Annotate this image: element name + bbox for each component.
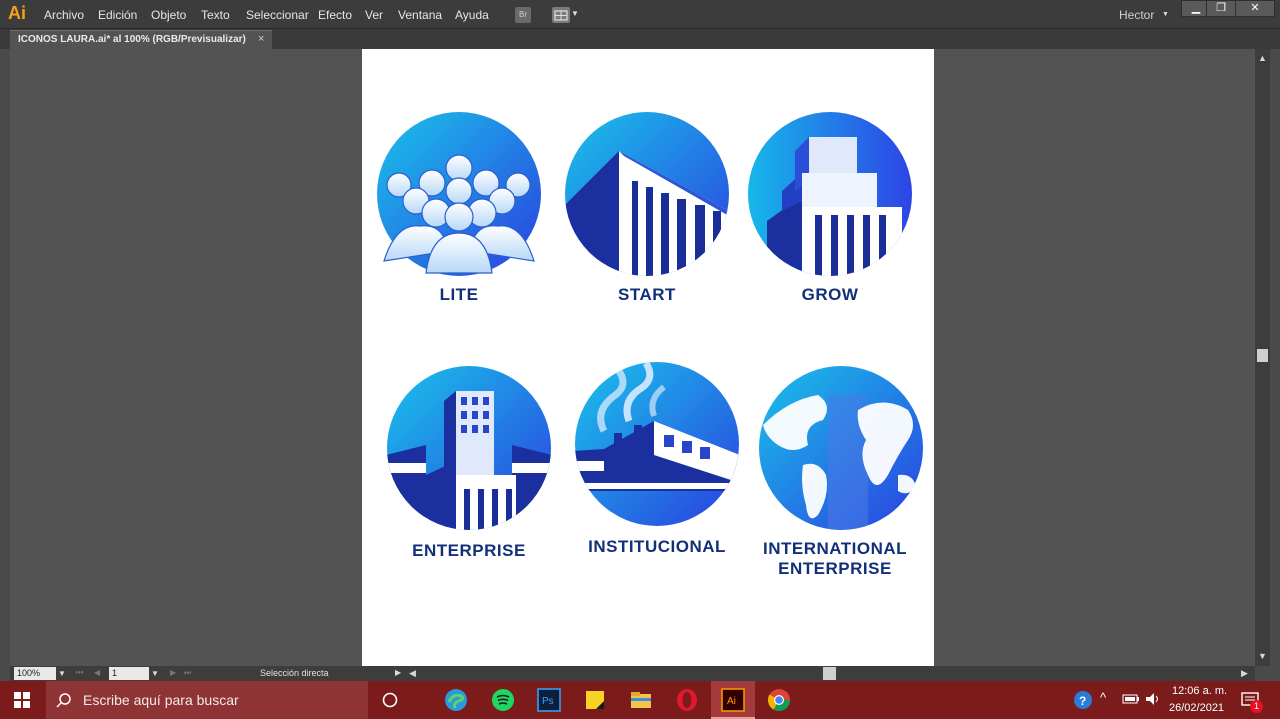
next-page-icon[interactable]: ▶ — [170, 668, 176, 677]
workspace-user[interactable]: Hector — [1119, 8, 1154, 22]
icon-label-enterprise: ENTERPRISE — [412, 541, 526, 560]
taskbar-search-placeholder[interactable]: Escribe aquí para buscar — [83, 692, 239, 708]
scroll-right-icon[interactable]: ▶ — [1241, 668, 1248, 679]
menu-efecto[interactable]: Efecto — [318, 8, 352, 22]
scroll-left-icon[interactable]: ◀ — [409, 668, 416, 679]
menu-archivo[interactable]: Archivo — [44, 8, 84, 22]
chevron-down-icon[interactable]: ▼ — [58, 669, 66, 678]
menu-ventana[interactable]: Ventana — [398, 8, 442, 22]
last-page-icon[interactable]: ⏭ — [184, 668, 191, 678]
document-tab[interactable]: ICONOS LAURA.ai* al 100% (RGB/Previsuali… — [10, 30, 272, 49]
chrome-app-icon[interactable] — [766, 687, 792, 713]
windows-start-icon[interactable] — [14, 692, 30, 708]
chevron-up-icon[interactable]: ^ — [1100, 690, 1106, 705]
opera-app-icon[interactable] — [674, 687, 700, 713]
chevron-down-icon[interactable]: ▼ — [571, 9, 579, 18]
icon-label-institucional: INSTITUCIONAL — [588, 537, 726, 556]
illustrator-logo: Ai — [8, 3, 26, 23]
scroll-down-icon[interactable]: ▼ — [1258, 651, 1267, 661]
horizontal-scroll-thumb[interactable] — [823, 667, 836, 680]
restore-button[interactable]: ❐ — [1206, 0, 1236, 17]
icon-label-grow: GROW — [801, 285, 859, 304]
page-field[interactable]: 1 — [109, 667, 149, 680]
svg-text:?: ? — [1079, 694, 1086, 708]
menu-ver[interactable]: Ver — [365, 8, 383, 22]
close-icon[interactable]: × — [258, 33, 264, 45]
vertical-scrollbar[interactable]: ▲ ▼ — [1255, 49, 1270, 666]
artboard[interactable]: LITE START GROW ENTERPRISE INSTITUCIONAL… — [362, 49, 934, 666]
horizontal-scrollbar[interactable]: ◀ ▶ — [405, 666, 1255, 681]
illustrator-app-icon[interactable]: Ai — [720, 687, 746, 713]
menu-objeto[interactable]: Objeto — [151, 8, 186, 22]
vertical-scroll-thumb[interactable] — [1257, 349, 1268, 362]
menu-seleccionar[interactable]: Seleccionar — [246, 8, 309, 22]
grow-building-icon[interactable] — [747, 111, 913, 277]
restore-icon: ❐ — [1216, 2, 1226, 14]
close-icon: ✕ — [1250, 2, 1260, 14]
search-icon — [56, 693, 71, 708]
menu-texto[interactable]: Texto — [201, 8, 230, 22]
photoshop-app-icon[interactable]: Ps — [536, 687, 562, 713]
zoom-field[interactable]: 100% — [14, 667, 56, 680]
arrange-documents-icon — [554, 10, 568, 21]
icon-label-lite: LITE — [439, 285, 479, 304]
svg-text:Ps: Ps — [542, 696, 554, 707]
help-icon[interactable]: ? — [1073, 690, 1093, 710]
volume-icon[interactable] — [1145, 692, 1163, 706]
taskbar-date[interactable]: 26/02/2021 — [1169, 702, 1224, 714]
icon-label-start: START — [618, 285, 676, 304]
svg-text:Ai: Ai — [727, 696, 736, 707]
current-tool-status[interactable]: Selección directa — [260, 668, 329, 678]
bridge-button[interactable]: Br — [515, 7, 531, 23]
arrange-documents-button[interactable] — [552, 7, 570, 23]
lite-people-icon[interactable] — [376, 111, 542, 277]
sticky-notes-app-icon[interactable] — [582, 687, 608, 713]
edge-app-icon[interactable] — [443, 687, 469, 713]
enterprise-building-icon[interactable] — [386, 365, 552, 531]
minimize-icon: ▁ — [1191, 2, 1201, 14]
notification-badge: 1 — [1250, 700, 1263, 713]
international-globe-icon[interactable] — [758, 365, 924, 531]
start-building-icon[interactable] — [564, 111, 730, 277]
menu-edicion[interactable]: Edición — [98, 8, 137, 22]
battery-icon[interactable] — [1122, 693, 1140, 705]
file-explorer-app-icon[interactable] — [628, 687, 654, 713]
menu-bar: Ai Archivo Edición Objeto Texto Seleccio… — [0, 0, 1280, 29]
scroll-up-icon[interactable]: ▲ — [1258, 53, 1267, 63]
chevron-down-icon[interactable]: ▼ — [1162, 11, 1169, 18]
spotify-app-icon[interactable] — [490, 687, 516, 713]
first-page-icon[interactable]: ⏮ — [76, 668, 83, 678]
prev-page-icon[interactable]: ◀ — [94, 668, 100, 677]
menu-ayuda[interactable]: Ayuda — [455, 8, 489, 22]
status-menu-icon[interactable]: ▶ — [395, 668, 401, 677]
status-bar — [10, 666, 405, 681]
institucional-factory-icon[interactable] — [574, 361, 740, 527]
icon-label-international: INTERNATIONAL — [762, 539, 908, 558]
chevron-down-icon[interactable]: ▼ — [151, 669, 159, 678]
task-view-icon[interactable] — [381, 691, 399, 709]
taskbar-time[interactable]: 12:06 a. m. — [1172, 685, 1227, 697]
close-button[interactable]: ✕ — [1235, 0, 1275, 17]
document-tab-title: ICONOS LAURA.ai* al 100% (RGB/Previsuali… — [18, 34, 246, 45]
icon-label-enterprise-2: ENTERPRISE — [778, 559, 892, 578]
